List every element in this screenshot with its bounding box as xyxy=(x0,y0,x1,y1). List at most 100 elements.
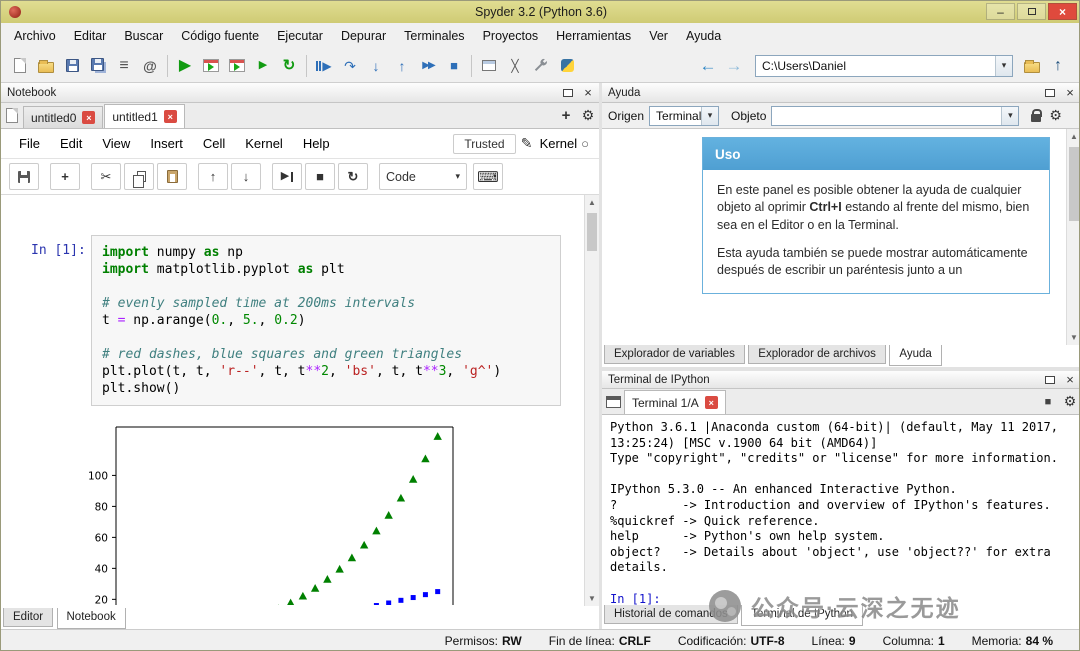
menu-editar[interactable]: Editar xyxy=(65,25,116,47)
cell-type-select[interactable]: Code ▾ xyxy=(379,163,467,190)
tab-help[interactable]: Ayuda xyxy=(889,345,942,366)
pythonpath-button[interactable] xyxy=(554,53,580,79)
notebook-options-button[interactable]: ⚙ xyxy=(577,105,599,127)
chevron-down-icon[interactable]: ▾ xyxy=(701,106,719,125)
menu-depurar[interactable]: Depurar xyxy=(332,25,395,47)
menu-ver[interactable]: Ver xyxy=(640,25,677,47)
trusted-button[interactable]: Trusted xyxy=(453,133,516,154)
rerun-button[interactable]: ↻ xyxy=(276,53,302,79)
copy-cell-button[interactable] xyxy=(124,163,154,190)
menu-terminales[interactable]: Terminales xyxy=(395,25,473,47)
close-tab-icon[interactable]: × xyxy=(82,111,96,124)
help-scrollbar[interactable]: ▲ ▼ xyxy=(1066,129,1079,345)
move-cell-up-button[interactable]: ↑ xyxy=(198,163,228,190)
menu-proyectos[interactable]: Proyectos xyxy=(474,25,548,47)
run-cell-advance-button[interactable] xyxy=(224,53,250,79)
close-pane-icon[interactable]: × xyxy=(581,85,595,100)
menu-ejecutar[interactable]: Ejecutar xyxy=(268,25,332,47)
notebook-scrollbar[interactable]: ▲ ▼ xyxy=(584,195,599,606)
new-console-button[interactable] xyxy=(602,391,624,413)
save-button[interactable] xyxy=(59,53,85,79)
working-directory-combo[interactable]: C:\Users\Daniel ▾ xyxy=(755,54,1013,77)
browse-directory-button[interactable] xyxy=(1019,53,1045,79)
jupyter-menu-insert[interactable]: Insert xyxy=(140,136,193,151)
debug-button[interactable]: ▶ xyxy=(311,53,337,79)
preferences-button[interactable] xyxy=(528,53,554,79)
object-combo[interactable]: ▾ xyxy=(771,105,1020,126)
console-interrupt-button[interactable]: ■ xyxy=(1037,391,1059,413)
tab-untitled1[interactable]: untitled1 × xyxy=(104,104,185,128)
tab-notebook[interactable]: Notebook xyxy=(56,608,126,629)
maximize-button[interactable] xyxy=(1017,3,1046,20)
console-output-area[interactable]: Python 3.6.1 |Anaconda custom (64-bit)| … xyxy=(602,415,1079,607)
jupyter-menu-view[interactable]: View xyxy=(92,136,140,151)
console-options-button[interactable]: ⚙ xyxy=(1059,391,1079,413)
jupyter-menu-edit[interactable]: Edit xyxy=(50,136,92,151)
help-options-button[interactable]: ⚙ xyxy=(1049,107,1062,124)
paste-cell-button[interactable] xyxy=(157,163,187,190)
close-button[interactable]: × xyxy=(1048,3,1077,20)
undock-icon[interactable] xyxy=(1045,88,1055,97)
close-pane-icon[interactable]: × xyxy=(1063,85,1077,100)
save-all-button[interactable] xyxy=(85,53,111,79)
source-combo[interactable]: Terminal ▾ xyxy=(649,105,720,126)
parent-directory-button[interactable]: ↑ xyxy=(1045,53,1071,79)
save-notebook-button[interactable] xyxy=(9,163,39,190)
step-button[interactable]: ↷ xyxy=(337,53,363,79)
run-selection-button[interactable]: ▶ xyxy=(250,53,276,79)
jupyter-menu-cell[interactable]: Cell xyxy=(193,136,235,151)
move-cell-down-button[interactable]: ↓ xyxy=(231,163,261,190)
fullscreen-button[interactable]: ╳ xyxy=(502,53,528,79)
scrollbar-thumb[interactable] xyxy=(587,213,597,251)
tab-editor[interactable]: Editor xyxy=(3,608,54,627)
restart-kernel-button[interactable]: ↻ xyxy=(338,163,368,190)
lock-icon[interactable] xyxy=(1031,108,1043,122)
new-file-button[interactable] xyxy=(7,53,33,79)
command-palette-button[interactable]: ⌨ xyxy=(473,163,503,190)
file-switcher-button[interactable]: ≡ xyxy=(111,53,137,79)
add-cell-button[interactable]: + xyxy=(50,163,80,190)
menu-ayuda[interactable]: Ayuda xyxy=(677,25,730,47)
tab-ipython-console[interactable]: Terminal de IPython xyxy=(741,605,863,626)
menu-archivo[interactable]: Archivo xyxy=(5,25,65,47)
jupyter-menu-help[interactable]: Help xyxy=(293,136,340,151)
close-tab-icon[interactable]: × xyxy=(163,110,177,123)
back-button[interactable]: ← xyxy=(695,53,721,79)
menu-buscar[interactable]: Buscar xyxy=(115,25,172,47)
run-button[interactable]: ▶ xyxy=(172,53,198,79)
menu-codigo-fuente[interactable]: Código fuente xyxy=(172,25,268,47)
interrupt-kernel-button[interactable]: ■ xyxy=(305,163,335,190)
notebook-content[interactable]: In [1]: import numpy as np import matplot… xyxy=(1,195,584,606)
tab-variable-explorer[interactable]: Explorador de variables xyxy=(604,345,745,364)
chevron-down-icon[interactable]: ▾ xyxy=(1001,106,1019,125)
tab-file-explorer[interactable]: Explorador de archivos xyxy=(748,345,886,364)
step-return-button[interactable]: ↑ xyxy=(389,53,415,79)
scrollbar-thumb[interactable] xyxy=(1069,147,1079,221)
undock-icon[interactable] xyxy=(563,88,573,97)
stop-debug-button[interactable]: ■ xyxy=(441,53,467,79)
code-cell[interactable]: import numpy as np import matplotlib.pypl… xyxy=(91,235,561,406)
chevron-down-icon[interactable]: ▾ xyxy=(995,55,1012,76)
cut-cell-button[interactable]: ✂ xyxy=(91,163,121,190)
scroll-down-icon[interactable]: ▼ xyxy=(585,591,599,606)
tab-untitled0[interactable]: untitled0 × xyxy=(23,106,104,128)
undock-icon[interactable] xyxy=(1045,375,1055,384)
menu-herramientas[interactable]: Herramientas xyxy=(547,25,640,47)
close-pane-icon[interactable]: × xyxy=(1063,372,1077,387)
jupyter-menu-kernel[interactable]: Kernel xyxy=(235,136,293,151)
new-notebook-button[interactable]: + xyxy=(555,105,577,127)
file-browser-button[interactable] xyxy=(1,105,23,127)
scroll-down-icon[interactable]: ▼ xyxy=(1067,330,1079,345)
run-cell-button[interactable] xyxy=(198,53,224,79)
step-into-button[interactable]: ↓ xyxy=(363,53,389,79)
scroll-up-icon[interactable]: ▲ xyxy=(1067,129,1079,144)
continue-button[interactable]: ▶▶ xyxy=(415,53,441,79)
symbol-finder-button[interactable]: @ xyxy=(137,53,163,79)
jupyter-menu-file[interactable]: File xyxy=(9,136,50,151)
tab-history-log[interactable]: Historial de comandos xyxy=(604,605,738,624)
tab-terminal-1a[interactable]: Terminal 1/A × xyxy=(624,390,726,414)
forward-button[interactable]: → xyxy=(721,53,747,79)
run-cell-button[interactable]: ▶ xyxy=(272,163,302,190)
maximize-pane-button[interactable] xyxy=(476,53,502,79)
open-file-button[interactable] xyxy=(33,53,59,79)
